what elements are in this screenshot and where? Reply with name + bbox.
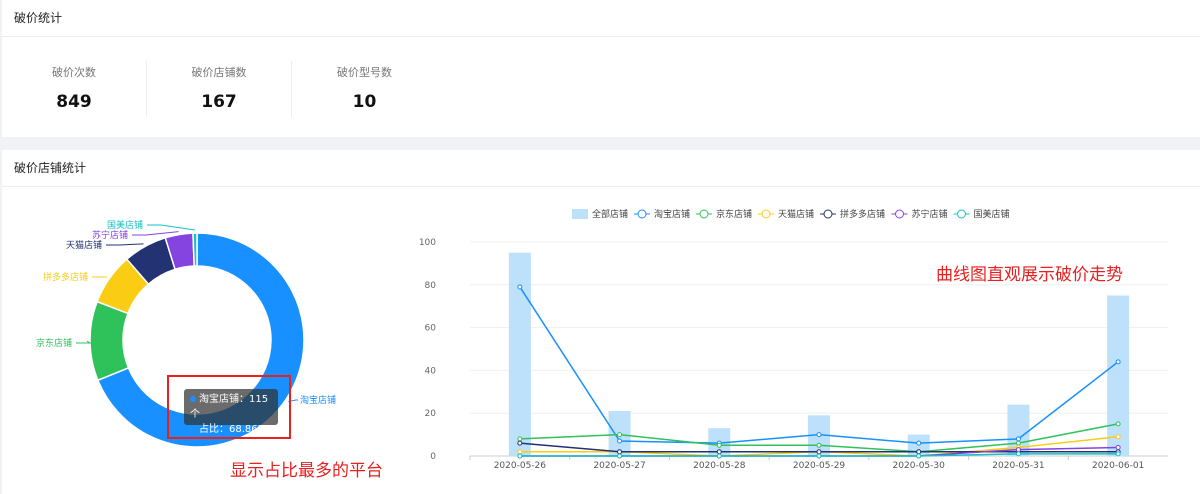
legend-item[interactable]: 天猫店铺 [758, 208, 814, 220]
series-point [617, 432, 623, 438]
series-point [617, 449, 623, 455]
legend-label: 全部店铺 [592, 208, 628, 220]
legend-label: 天猫店铺 [778, 208, 814, 220]
series-point [517, 440, 523, 446]
y-tick-label: 20 [425, 409, 437, 419]
pie-slice [192, 232, 198, 267]
series-point [1115, 359, 1121, 365]
series-point [716, 442, 722, 448]
x-tick-label: 2020-05-28 [693, 461, 746, 471]
legend-item[interactable]: 国美店铺 [953, 208, 1010, 220]
series-point [1115, 444, 1121, 450]
legend-swatch [699, 209, 709, 219]
legend-swatch [572, 209, 588, 219]
y-tick-label: 40 [425, 366, 437, 376]
series-point [716, 449, 722, 455]
pie-annotation: 显示占比最多的平台 [230, 461, 383, 481]
pie-label-line [106, 243, 144, 246]
pie-label-line [132, 231, 179, 236]
legend-label: 京东店铺 [716, 208, 752, 220]
series-point [1115, 421, 1121, 427]
series-point [916, 453, 922, 459]
legend-item[interactable]: 苏宁店铺 [891, 208, 948, 220]
legend-item[interactable]: 京东店铺 [696, 208, 752, 220]
legend-item[interactable]: 拼多多店铺 [820, 208, 885, 220]
series-point [617, 453, 623, 459]
legend-swatch [895, 209, 904, 219]
series-point [517, 284, 523, 290]
x-tick-label: 2020-06-01 [1092, 461, 1144, 471]
y-tick-label: 0 [430, 452, 436, 462]
series-point [517, 449, 523, 455]
series-point [1015, 451, 1021, 457]
series-point [816, 453, 822, 459]
legend-swatch [637, 209, 647, 219]
tooltip-dot [190, 396, 196, 402]
tooltip-line1: 淘宝店铺：115个 [190, 394, 269, 420]
pie-tooltip: 淘宝店铺：115个 占比：68.86% [184, 389, 278, 435]
x-tick-label: 2020-05-27 [593, 461, 645, 471]
x-tick-label: 2020-05-29 [793, 461, 846, 471]
line-annotation: 曲线图直观展示破价走势 [936, 265, 1123, 285]
series-point [916, 440, 922, 446]
legend-label: 拼多多店铺 [840, 208, 885, 220]
legend-item[interactable]: 淘宝店铺 [634, 208, 690, 220]
legend-swatch [761, 209, 771, 219]
series-point [1115, 451, 1121, 457]
pie-label-line [147, 224, 196, 231]
series-point [517, 453, 523, 459]
tooltip-line2: 占比：68.86% [199, 424, 268, 435]
y-tick-label: 100 [419, 238, 436, 248]
series-point [1015, 436, 1021, 442]
x-tick-label: 2020-05-31 [992, 461, 1044, 471]
series-point [1015, 447, 1021, 453]
series-point [617, 438, 623, 444]
series-point [517, 436, 523, 442]
series-point [1015, 440, 1021, 446]
y-tick-label: 60 [425, 324, 437, 334]
bar [508, 252, 531, 456]
bar [1107, 295, 1130, 456]
legend-label: 苏宁店铺 [912, 208, 948, 220]
legend-label: 国美店铺 [974, 208, 1010, 220]
series-point [1115, 434, 1121, 440]
series-point [716, 453, 722, 459]
y-tick-label: 80 [425, 281, 437, 291]
pie-label-line [76, 340, 92, 344]
x-tick-label: 2020-05-30 [893, 461, 946, 471]
legend-item[interactable]: 全部店铺 [572, 208, 628, 220]
pie-label: 京东店铺 [36, 337, 72, 349]
series-point [816, 432, 822, 438]
pie-label: 拼多多店铺 [43, 271, 88, 283]
pie-label: 国美店铺 [107, 219, 143, 231]
x-tick-label: 2020-05-26 [494, 461, 547, 471]
legend-swatch [823, 209, 833, 219]
legend-swatch [957, 209, 966, 219]
pie-slice [89, 300, 130, 382]
series-point [816, 449, 822, 455]
series-point [916, 449, 922, 455]
series-point [816, 442, 822, 448]
pie-label: 淘宝店铺 [300, 394, 336, 406]
legend-label: 淘宝店铺 [654, 208, 690, 220]
